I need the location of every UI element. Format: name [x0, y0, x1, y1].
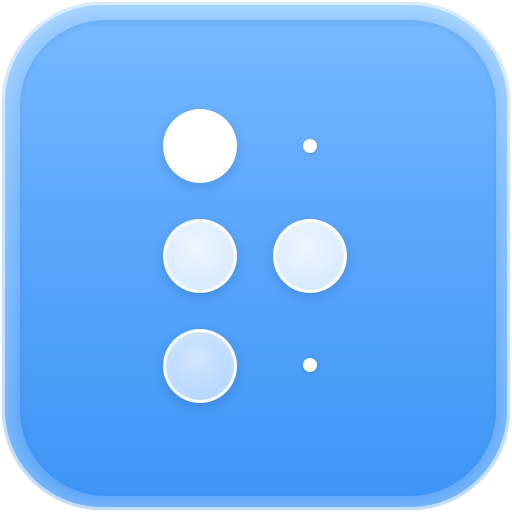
braille-dot-4-icon [303, 139, 317, 153]
app-icon-tile [2, 2, 510, 510]
app-icon-canvas [0, 0, 512, 512]
braille-dot-5-icon [273, 219, 347, 293]
braille-dot-6-icon [303, 358, 317, 372]
braille-dot-1-icon [163, 109, 237, 183]
app-icon-tile-face [20, 20, 496, 496]
braille-dot-3-icon [163, 329, 237, 403]
braille-dot-2-icon [163, 219, 237, 293]
